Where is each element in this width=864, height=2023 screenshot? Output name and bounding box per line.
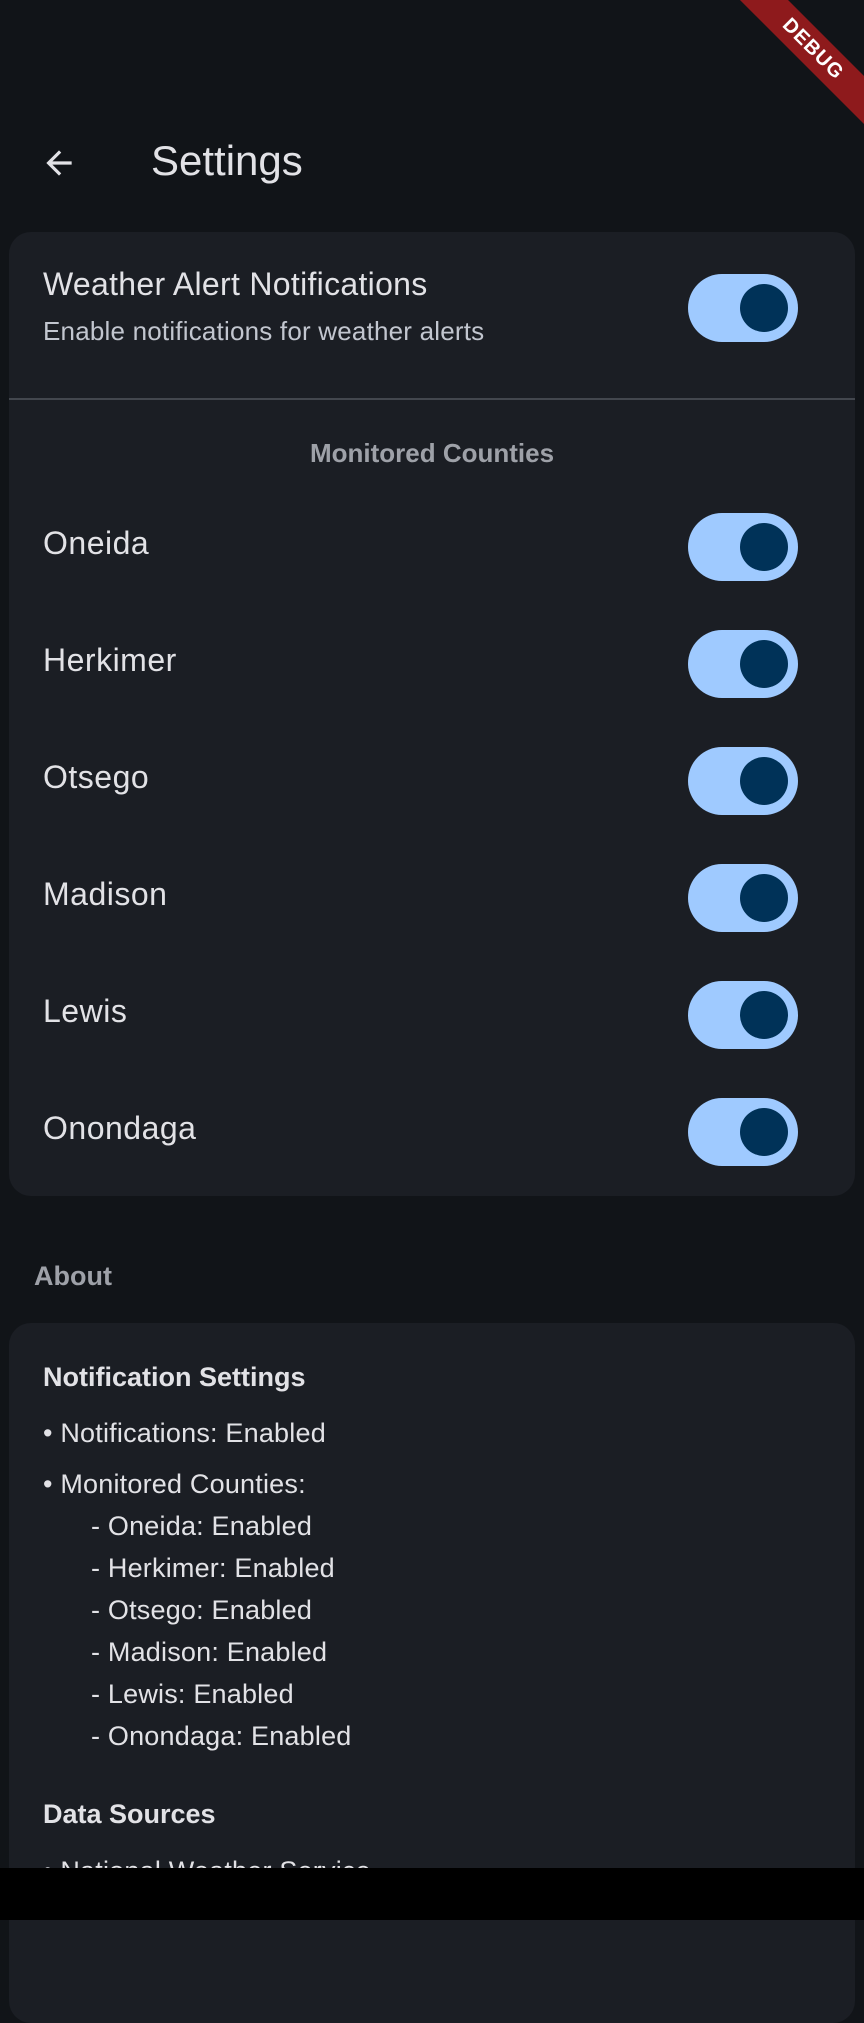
- county-row-onondaga[interactable]: Onondaga: [9, 1074, 855, 1191]
- switch-thumb: [740, 874, 788, 922]
- switch-thumb: [740, 1108, 788, 1156]
- county-label: Otsego: [43, 759, 150, 795]
- switch-thumb: [740, 523, 788, 571]
- switch-thumb: [740, 757, 788, 805]
- about-line: - Herkimer: Enabled: [91, 1553, 335, 1583]
- county-switch-oneida[interactable]: [688, 513, 798, 581]
- monitored-counties-heading: Monitored Counties: [309, 438, 555, 468]
- weather-alert-notifications-switch[interactable]: [688, 274, 798, 342]
- county-label: Oneida: [43, 525, 150, 561]
- about-line: - Oneida: Enabled: [91, 1511, 313, 1541]
- divider: [9, 398, 855, 400]
- switch-thumb: [740, 640, 788, 688]
- county-row-herkimer[interactable]: Herkimer: [9, 606, 855, 723]
- arrow-back-icon: [46, 150, 72, 176]
- county-switch-onondaga[interactable]: [688, 1098, 798, 1166]
- notification-settings-card: Weather Alert Notifications Enable notif…: [9, 232, 855, 1196]
- county-switch-madison[interactable]: [688, 864, 798, 932]
- about-line: - Lewis: Enabled: [91, 1679, 294, 1709]
- about-line: - Madison: Enabled: [91, 1637, 328, 1667]
- about-line: • Monitored Counties:: [43, 1469, 306, 1499]
- notification-settings-title: Notification Settings: [43, 1362, 306, 1392]
- app-bar: Settings: [0, 110, 864, 218]
- county-switch-lewis[interactable]: [688, 981, 798, 1049]
- switch-thumb: [740, 991, 788, 1039]
- county-label: Onondaga: [43, 1110, 197, 1146]
- about-line: - Otsego: Enabled: [91, 1595, 313, 1625]
- county-switch-otsego[interactable]: [688, 747, 798, 815]
- data-sources-title: Data Sources: [43, 1799, 216, 1829]
- weather-alert-notifications-title: Weather Alert Notifications: [43, 266, 428, 302]
- about-line: • Notifications: Enabled: [43, 1418, 326, 1448]
- county-row-oneida[interactable]: Oneida: [9, 489, 855, 606]
- system-navigation-bar: [0, 1868, 864, 1920]
- county-row-otsego[interactable]: Otsego: [9, 723, 855, 840]
- weather-alert-notifications-subtitle: Enable notifications for weather alerts: [43, 316, 485, 346]
- county-label: Lewis: [43, 993, 128, 1029]
- page-title: Settings: [151, 137, 303, 184]
- county-switch-herkimer[interactable]: [688, 630, 798, 698]
- about-heading: About: [34, 1261, 112, 1291]
- county-row-madison[interactable]: Madison: [9, 840, 855, 957]
- switch-thumb: [740, 284, 788, 332]
- weather-alert-notifications-row[interactable]: Weather Alert Notifications Enable notif…: [9, 232, 855, 398]
- back-button[interactable]: [30, 134, 88, 192]
- county-label: Madison: [43, 876, 168, 912]
- about-line: - Onondaga: Enabled: [91, 1721, 352, 1751]
- county-label: Herkimer: [43, 642, 177, 678]
- county-row-lewis[interactable]: Lewis: [9, 957, 855, 1074]
- debug-ribbon-label: DEBUG: [733, 0, 864, 129]
